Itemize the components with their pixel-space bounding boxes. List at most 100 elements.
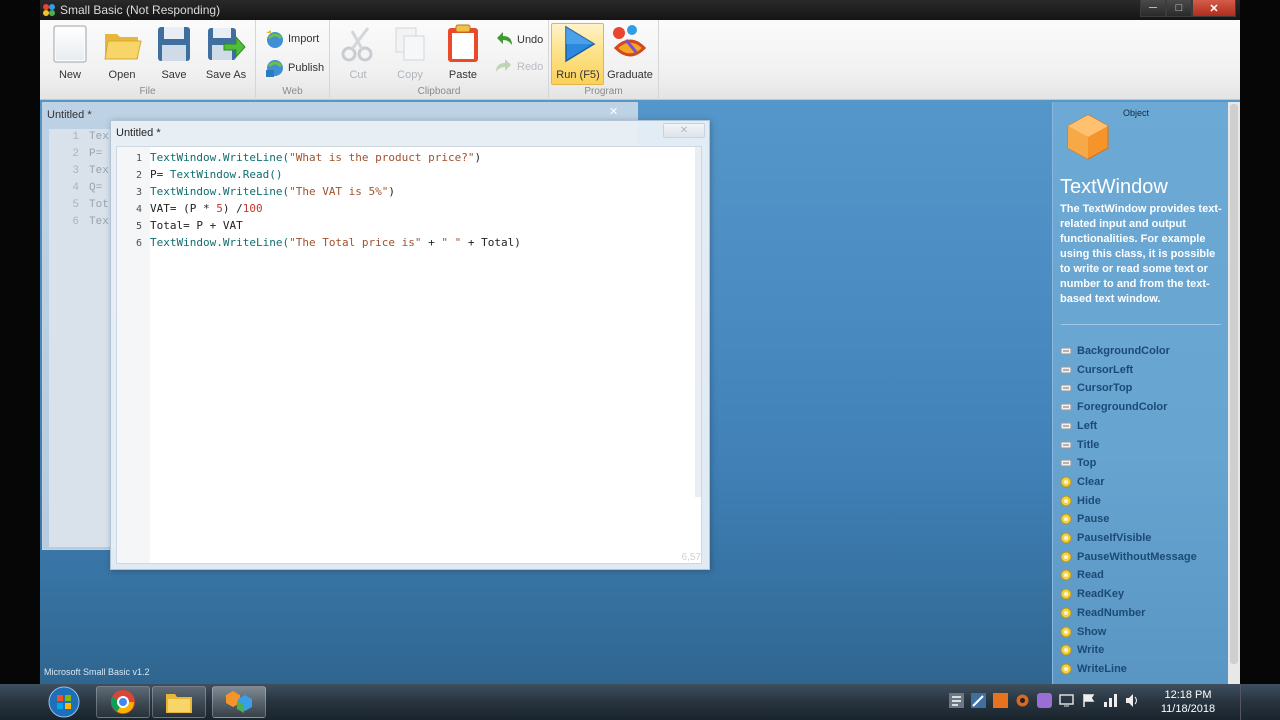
maximize-button[interactable]: □ xyxy=(1166,0,1192,17)
paste-label: Paste xyxy=(448,69,478,81)
network-icon[interactable] xyxy=(1102,692,1119,709)
line-number: 5 xyxy=(135,221,142,232)
method-link[interactable]: PauseWithoutMessage xyxy=(1060,548,1197,566)
method-link[interactable]: Read xyxy=(1060,566,1104,584)
save-button[interactable]: Save xyxy=(149,24,199,84)
property-icon xyxy=(1060,403,1072,411)
line-number: 3 xyxy=(135,187,142,198)
property-link[interactable]: Top xyxy=(1060,454,1096,472)
publish-button[interactable]: Publish xyxy=(264,57,324,79)
taskbar-file-explorer[interactable] xyxy=(152,686,206,718)
code-token: TextWindow.WriteLine( xyxy=(150,151,290,164)
taskbar-chrome[interactable] xyxy=(96,686,150,718)
background-code-line: 3 Tex xyxy=(49,163,111,180)
background-code-line: 4 Q= xyxy=(49,180,111,197)
member-name: ReadNumber xyxy=(1077,606,1146,619)
tray-purple-icon[interactable] xyxy=(1036,692,1053,709)
new-button[interactable]: New xyxy=(45,24,95,84)
property-link[interactable]: Left xyxy=(1060,417,1097,435)
tray-screen-icon[interactable] xyxy=(1058,692,1075,709)
method-icon xyxy=(1060,569,1072,581)
method-link[interactable]: Pause xyxy=(1060,510,1109,528)
background-editor-close-icon[interactable]: ✕ xyxy=(609,105,618,118)
property-link[interactable]: Title xyxy=(1060,436,1099,454)
redo-label: Redo xyxy=(517,61,544,73)
windows-start-icon[interactable] xyxy=(46,685,82,719)
editor-scrollbar[interactable] xyxy=(695,147,701,497)
taskbar-small-basic[interactable] xyxy=(212,686,266,718)
action-center-flag-icon[interactable] xyxy=(1080,692,1097,709)
letterbox-left xyxy=(0,0,40,684)
code-token: + Total) xyxy=(461,236,521,249)
copy-button[interactable]: Copy xyxy=(385,24,435,84)
code-token: TextWindow.WriteLine( xyxy=(150,185,290,198)
save-as-button[interactable]: Save As xyxy=(201,24,251,84)
graduate-button[interactable]: Graduate xyxy=(605,24,655,84)
publish-icon xyxy=(266,60,283,77)
tray-gear-icon[interactable] xyxy=(1014,692,1031,709)
code-line[interactable]: 5 Total= P + VAT xyxy=(117,217,243,234)
background-line-number: 1 xyxy=(72,131,79,143)
paste-button[interactable]: Paste xyxy=(438,24,488,84)
code-line[interactable]: 1 TextWindow.WriteLine("What is the produ… xyxy=(117,149,481,166)
method-link[interactable]: Show xyxy=(1060,623,1106,641)
code-line[interactable]: 2 P= TextWindow.Read() xyxy=(117,166,283,183)
minimize-button[interactable]: ─ xyxy=(1140,0,1166,17)
save-as-icon xyxy=(208,28,246,60)
method-link[interactable]: Clear xyxy=(1060,473,1105,491)
background-code-line: 1 Tex xyxy=(49,129,111,146)
property-link[interactable]: BackgroundColor xyxy=(1060,342,1170,360)
property-icon xyxy=(1060,347,1072,355)
close-button[interactable]: ✕ xyxy=(1192,0,1236,17)
method-link[interactable]: ReadNumber xyxy=(1060,604,1145,622)
code-line[interactable]: 3 TextWindow.WriteLine("The VAT is 5%") xyxy=(117,183,395,200)
editor-window[interactable]: Untitled * ✕ 1 TextWindow.WriteLine("What… xyxy=(110,120,710,570)
property-link[interactable]: CursorTop xyxy=(1060,379,1132,397)
editor-close-button[interactable]: ✕ xyxy=(663,123,705,138)
folder-open-icon xyxy=(104,34,142,60)
file-group: New Open Save Save As File xyxy=(40,20,256,100)
version-label: Microsoft Small Basic v1.2 xyxy=(44,667,150,677)
open-label: Open xyxy=(108,69,136,81)
show-desktop-button[interactable] xyxy=(1240,684,1254,720)
method-link[interactable]: ReadKey xyxy=(1060,585,1124,603)
small-basic-app-icon xyxy=(43,4,55,16)
cursor-position: 6,57 xyxy=(681,552,701,563)
method-link[interactable]: WriteLine xyxy=(1060,660,1127,678)
volume-icon[interactable] xyxy=(1124,692,1141,709)
property-link[interactable]: CursorLeft xyxy=(1060,361,1133,379)
method-link[interactable]: Hide xyxy=(1060,492,1101,510)
save-as-label: Save As xyxy=(205,69,247,81)
method-link[interactable]: PauseIfVisible xyxy=(1060,529,1151,547)
property-icon xyxy=(1060,384,1072,392)
import-button[interactable]: Import xyxy=(264,28,319,50)
property-link[interactable]: ForegroundColor xyxy=(1060,398,1167,416)
taskbar-clock[interactable]: 12:18 PM 11/18/2018 xyxy=(1150,688,1226,716)
code-token: " " xyxy=(441,236,462,249)
run-button[interactable]: Run (F5) xyxy=(553,24,603,84)
small-basic-window: Small Basic (Not Responding) ─ □ ✕ New O… xyxy=(40,0,1240,684)
cut-button[interactable]: Cut xyxy=(333,24,383,84)
tray-app-icon[interactable] xyxy=(948,692,965,709)
method-icon xyxy=(1060,644,1072,656)
undo-button[interactable]: Undo xyxy=(493,29,543,51)
help-scroll-thumb[interactable] xyxy=(1230,104,1238,664)
code-token: Total= P + VAT xyxy=(150,219,243,232)
code-line[interactable]: 6 TextWindow.WriteLine("The Total price i… xyxy=(117,234,521,251)
redo-button[interactable]: Redo xyxy=(493,56,543,78)
open-button[interactable]: Open xyxy=(97,24,147,84)
cut-label: Cut xyxy=(349,69,367,81)
code-editor[interactable]: 1 TextWindow.WriteLine("What is the produ… xyxy=(116,146,702,564)
code-token: "What is the product price?" xyxy=(289,151,475,164)
method-link[interactable]: Write xyxy=(1060,641,1104,659)
new-document-icon xyxy=(53,25,87,63)
code-line[interactable]: 4 VAT= (P * 5) /100 xyxy=(117,200,263,217)
help-scrollbar[interactable] xyxy=(1228,102,1240,684)
undo-label: Undo xyxy=(517,34,544,46)
member-name: PauseIfVisible xyxy=(1077,532,1152,544)
tray-orange-icon[interactable] xyxy=(992,692,1009,709)
background-code-line: 5 Tot xyxy=(49,197,111,214)
window-title: Small Basic (Not Responding) xyxy=(60,3,221,17)
background-line-number: 6 xyxy=(72,216,79,228)
tray-tool-icon[interactable] xyxy=(970,692,987,709)
